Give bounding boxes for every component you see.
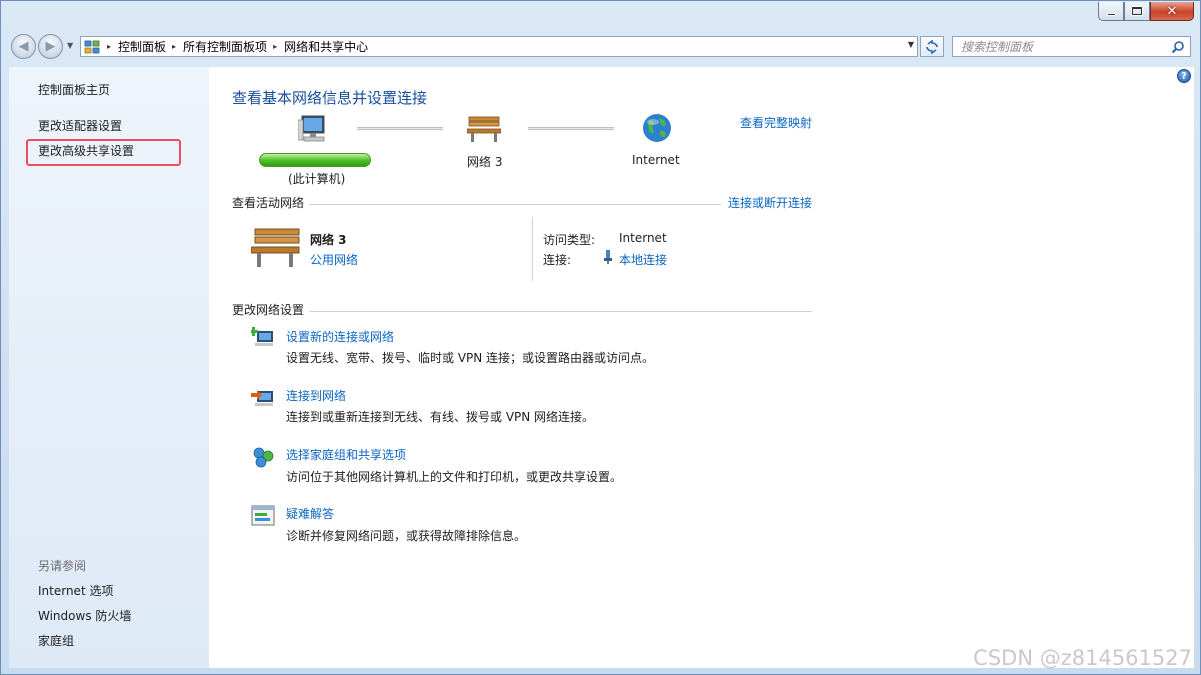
network-label: 网络 3 <box>467 155 503 169</box>
sidebar-item-internet-options[interactable]: Internet 选项 <box>38 582 113 599</box>
task-new-connection-desc: 设置无线、宽带、拨号、临时或 VPN 连接；或设置路由器或访问点。 <box>286 351 655 365</box>
csdn-watermark: CSDN @z814561527 <box>973 646 1192 670</box>
back-arrow-icon: ◀ <box>18 39 29 54</box>
map-connection-line <box>528 127 614 130</box>
forward-button[interactable]: ▶ <box>38 34 63 59</box>
search-icon[interactable] <box>1171 40 1185 54</box>
local-connection-link[interactable]: 本地连接 <box>619 251 667 268</box>
minimize-icon <box>1106 12 1116 16</box>
caption-buttons: ✕ <box>1098 2 1194 21</box>
active-network-name: 网络 3 <box>310 233 347 247</box>
internet-label: Internet <box>632 153 680 167</box>
troubleshoot-icon <box>251 505 275 526</box>
see-also-header: 另请参阅 <box>38 559 87 573</box>
sidebar-item-windows-firewall[interactable]: Windows 防火墙 <box>38 607 131 624</box>
close-icon: ✕ <box>1166 3 1178 19</box>
control-panel-icon <box>83 38 101 55</box>
section-divider <box>309 204 721 205</box>
page-title: 查看基本网络信息并设置连接 <box>232 89 428 107</box>
help-icon[interactable]: ? <box>1177 69 1191 83</box>
breadcrumb-separator[interactable]: ▸ <box>107 42 111 51</box>
control-panel-window: ✕ ◀ ▶ ▼ ▸ 控制面板 ▸ 所有控制面板项 ▸ 网络和共享中心 ▼ 搜索控… <box>0 0 1201 675</box>
sidebar-item-adapter-settings[interactable]: 更改适配器设置 <box>38 117 122 134</box>
breadcrumb-all-items[interactable]: 所有控制面板项 <box>183 38 267 55</box>
network-type-link[interactable]: 公用网络 <box>310 251 358 268</box>
task-homegroup-desc: 访问位于其他网络计算机上的文件和打印机，或更改共享设置。 <box>286 470 623 484</box>
connections-label: 连接: <box>543 253 572 267</box>
map-connection-line <box>357 127 443 130</box>
section-divider <box>309 311 812 312</box>
search-box[interactable]: 搜索控制面板 <box>952 36 1191 57</box>
task-connect-network-desc: 连接到或重新连接到无线、有线、拨号或 VPN 网络连接。 <box>286 410 595 424</box>
vertical-divider <box>532 217 533 281</box>
connect-disconnect-link[interactable]: 连接或断开连接 <box>728 194 812 211</box>
computer-status-bar <box>259 153 371 167</box>
computer-icon <box>298 115 325 142</box>
active-networks-header: 查看活动网络 <box>232 196 305 210</box>
internet-globe-icon <box>643 114 671 142</box>
refresh-icon <box>926 39 938 54</box>
view-full-map-link[interactable]: 查看完整映射 <box>740 114 812 131</box>
breadcrumb-separator[interactable]: ▸ <box>273 42 277 51</box>
maximize-button[interactable] <box>1124 2 1150 21</box>
sidebar-item-homegroup[interactable]: 家庭组 <box>38 632 74 649</box>
task-troubleshoot-desc: 诊断并修复网络问题，或获得故障排除信息。 <box>286 529 527 543</box>
search-placeholder[interactable]: 搜索控制面板 <box>961 38 1033 55</box>
address-dropdown-icon[interactable]: ▼ <box>908 40 914 49</box>
back-button[interactable]: ◀ <box>11 34 36 59</box>
refresh-button[interactable] <box>920 36 944 57</box>
close-button[interactable]: ✕ <box>1150 2 1194 21</box>
network-bench-large-icon <box>251 228 300 267</box>
task-troubleshoot-link[interactable]: 疑难解答 <box>286 505 334 522</box>
task-connect-network-link[interactable]: 连接到网络 <box>286 387 346 404</box>
breadcrumb-control-panel[interactable]: 控制面板 <box>118 38 166 55</box>
computer-label: (此计算机) <box>288 172 346 186</box>
sidebar-item-home[interactable]: 控制面板主页 <box>38 81 110 98</box>
homegroup-icon <box>253 447 274 468</box>
connect-network-icon <box>251 390 273 406</box>
address-bar[interactable]: ▸ 控制面板 ▸ 所有控制面板项 ▸ 网络和共享中心 ▼ <box>80 36 918 57</box>
network-bench-icon <box>467 116 501 142</box>
maximize-icon <box>1132 7 1142 15</box>
task-homegroup-link[interactable]: 选择家庭组和共享选项 <box>286 446 406 463</box>
change-settings-header: 更改网络设置 <box>232 303 305 317</box>
new-connection-icon <box>251 327 273 346</box>
access-type-value: Internet <box>619 231 667 245</box>
recent-pages-dropdown[interactable]: ▼ <box>67 41 73 50</box>
highlight-annotation <box>26 139 181 166</box>
task-new-connection-link[interactable]: 设置新的连接或网络 <box>286 328 394 345</box>
access-type-label: 访问类型: <box>543 233 596 247</box>
breadcrumb-network-center[interactable]: 网络和共享中心 <box>284 38 368 55</box>
ethernet-icon <box>604 250 612 264</box>
minimize-button[interactable] <box>1098 2 1124 21</box>
breadcrumb-separator[interactable]: ▸ <box>172 42 176 51</box>
forward-arrow-icon: ▶ <box>45 39 56 54</box>
